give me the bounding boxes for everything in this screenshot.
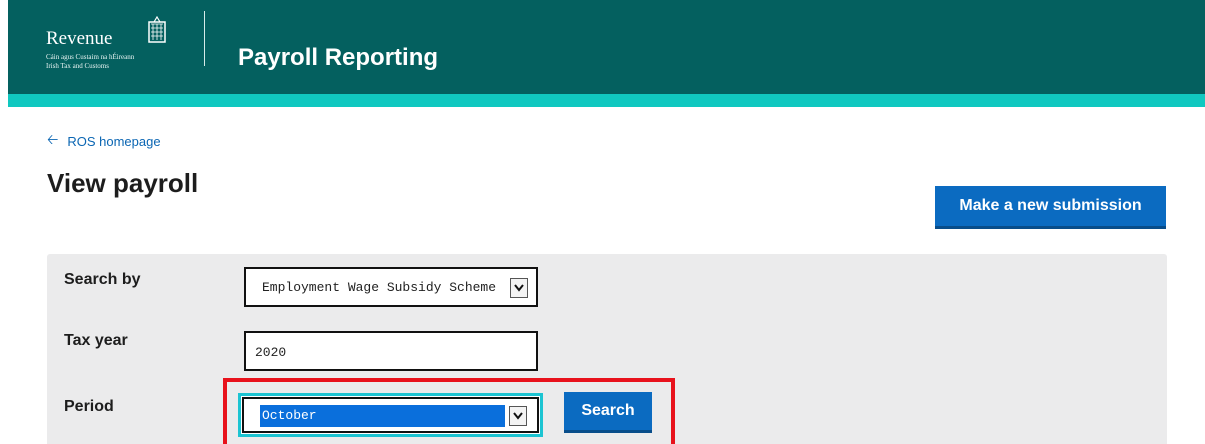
make-new-submission-button[interactable]: Make a new submission (935, 186, 1166, 229)
logo-irish-text: Cáin agus Custaim na hÉireann (46, 53, 135, 61)
tax-year-input[interactable]: 2020 (244, 331, 538, 371)
chevron-down-icon[interactable] (509, 406, 527, 426)
tax-year-label: Tax year (64, 332, 128, 349)
arrow-left-icon: 🡠 (47, 131, 59, 147)
site-header (8, 0, 1205, 107)
header-accent-bar (8, 94, 1205, 107)
period-value: October (259, 404, 506, 428)
app-title: Payroll Reporting (238, 44, 439, 71)
page-title: View payroll (47, 168, 199, 198)
period-select[interactable]: October (242, 397, 539, 433)
tax-year-value: 2020 (255, 345, 287, 360)
search-by-select[interactable]: Employment Wage Subsidy Scheme (244, 267, 538, 307)
logo-english-text: Irish Tax and Customs (46, 62, 109, 70)
logo-wordmark: Revenue (46, 28, 113, 49)
back-link-label: ROS homepage (67, 133, 161, 149)
header-divider (204, 11, 205, 66)
search-button[interactable]: Search (564, 392, 652, 433)
period-label: Period (64, 398, 114, 415)
search-by-label: Search by (64, 271, 141, 288)
search-by-value: Employment Wage Subsidy Scheme (262, 280, 497, 295)
period-select-focus-ring: October (238, 393, 543, 437)
revenue-logo[interactable]: Revenue Cáin agus Custaim na hÉireann Ir… (46, 12, 176, 72)
chevron-down-icon[interactable] (510, 278, 528, 298)
harp-icon (148, 16, 166, 43)
ros-homepage-link[interactable]: 🡠 ROS homepage (47, 129, 161, 153)
